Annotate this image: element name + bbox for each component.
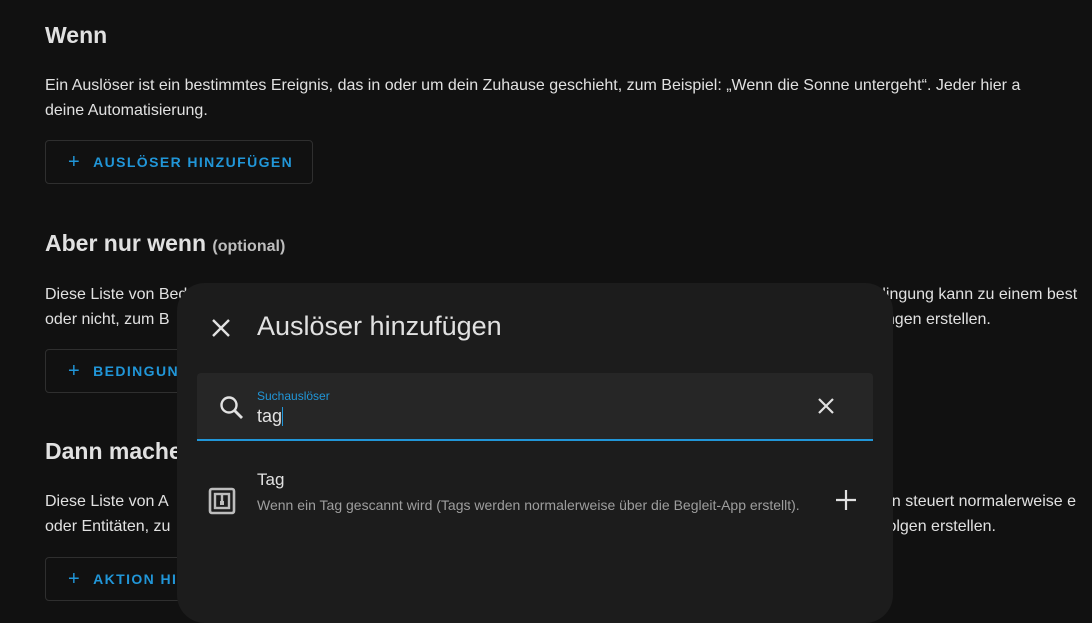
add-trigger-dialog: Auslöser hinzufügen Suchauslöser Tag xyxy=(177,283,893,623)
section-title-condition-text: Aber nur wenn xyxy=(45,230,207,256)
add-icon[interactable] xyxy=(835,489,857,516)
plus-icon: + xyxy=(68,151,82,173)
section-desc-condition: Diese Liste von Bed oder nicht, zum B xyxy=(45,282,187,332)
section-desc-when: Ein Auslöser ist ein bestimmtes Ereignis… xyxy=(45,73,1020,123)
section-title-action: Dann mache xyxy=(45,438,182,464)
section-desc-action-line2-right: folgen erstellen. xyxy=(883,518,996,535)
section-desc-action-line1-right: on steuert normalerweise e xyxy=(883,493,1076,510)
section-desc-action: Diese Liste von A oder Entitäten, zu xyxy=(45,489,170,539)
nfc-tag-icon xyxy=(208,487,236,520)
section-desc-action-right: on steuert normalerweise e folgen erstel… xyxy=(883,489,1076,539)
result-description: Wenn ein Tag gescannt wird (Tags werden … xyxy=(257,497,800,513)
plus-icon: + xyxy=(68,568,82,590)
search-label: Suchauslöser xyxy=(257,389,330,403)
section-desc-when-line2: deine Automatisierung. xyxy=(45,102,208,119)
section-title-condition: Aber nur wenn (optional) xyxy=(45,230,285,257)
section-title-when: Wenn xyxy=(45,22,108,48)
search-field[interactable]: Suchauslöser xyxy=(197,373,873,441)
section-desc-condition-line2-right: ungen erstellen. xyxy=(877,311,991,328)
add-condition-button-label: BEDINGUN xyxy=(93,363,179,379)
section-desc-action-line1: Diese Liste von A xyxy=(45,493,169,510)
section-desc-action-line2: oder Entitäten, zu xyxy=(45,518,171,535)
section-desc-condition-line1: Diese Liste von Bed xyxy=(45,286,188,303)
section-desc-when-line1: Ein Auslöser ist ein bestimmtes Ereignis… xyxy=(45,77,1021,94)
add-trigger-button-label: AUSLÖSER HINZUFÜGEN xyxy=(93,154,294,170)
section-desc-condition-line2: oder nicht, zum B xyxy=(45,311,170,328)
optional-label: (optional) xyxy=(212,238,286,255)
dialog-title: Auslöser hinzufügen xyxy=(257,311,502,341)
list-item[interactable]: Tag Wenn ein Tag gescannt wird (Tags wer… xyxy=(177,461,893,541)
text-cursor xyxy=(282,407,283,426)
search-input[interactable] xyxy=(257,404,777,428)
clear-search-icon[interactable] xyxy=(817,397,835,420)
add-trigger-button[interactable]: + AUSLÖSER HINZUFÜGEN xyxy=(45,140,313,184)
section-desc-condition-line1-right: dingung kann zu einem best xyxy=(877,286,1078,303)
close-icon[interactable] xyxy=(207,314,235,342)
add-action-button-label: AKTION HI xyxy=(93,571,178,587)
section-desc-condition-right: dingung kann zu einem best ungen erstell… xyxy=(877,282,1077,332)
result-title: Tag xyxy=(257,470,285,489)
plus-icon: + xyxy=(68,360,82,382)
search-icon xyxy=(219,395,245,426)
